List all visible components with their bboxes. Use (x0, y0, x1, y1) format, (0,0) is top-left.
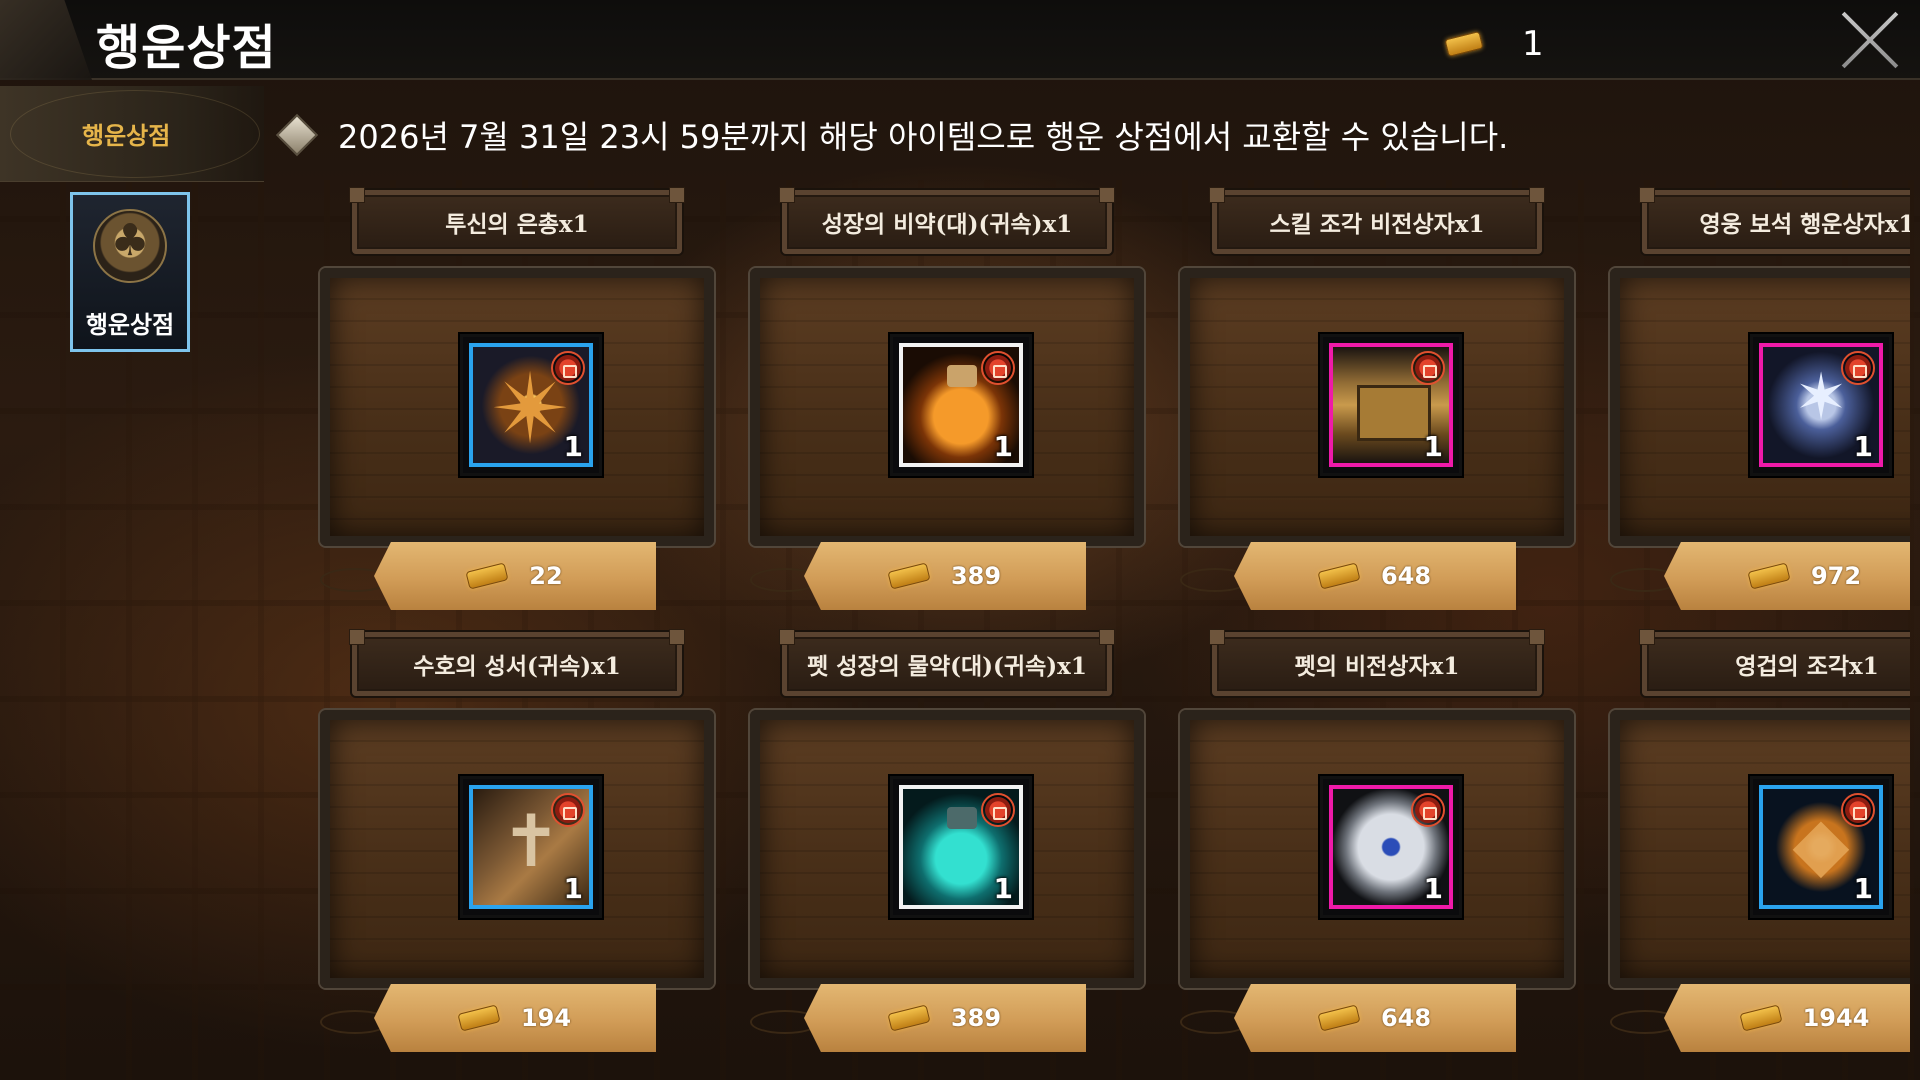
price-value: 972 (1810, 562, 1862, 590)
shop-item-card[interactable]: 영겁의 조각x1 1 1944 (1600, 626, 1910, 1056)
shop-item-card[interactable]: 펫 성장의 물약(대)(귀속)x1 1 389 (740, 626, 1160, 1056)
diamond-icon (275, 113, 319, 157)
lock-icon (551, 793, 585, 827)
notice-text: 2026년 7월 31일 23시 59분까지 해당 아이템으로 행운 상점에서 … (338, 118, 1509, 156)
item-slot: 1 (1320, 334, 1462, 476)
rarity-frame: 1 (1759, 343, 1883, 467)
close-button[interactable] (1836, 6, 1904, 74)
price-value: 194 (520, 1004, 572, 1032)
price-tag: 389 (804, 984, 1086, 1052)
item-slot: 1 (1750, 334, 1892, 476)
price-value: 389 (950, 1004, 1002, 1032)
notice-banner: 2026년 7월 31일 23시 59분까지 해당 아이템으로 행운 상점에서 … (275, 112, 1509, 158)
price-value: 22 (529, 562, 563, 590)
item-board: 1 (750, 710, 1144, 988)
price-value: 648 (1380, 1004, 1432, 1032)
ticket-icon (1739, 1004, 1783, 1032)
item-quantity: 1 (563, 430, 583, 463)
shop-item-card[interactable]: 스킬 조각 비전상자x1 1 648 (1170, 184, 1590, 614)
price-tag: 648 (1234, 984, 1516, 1052)
price-tag: 22 (374, 542, 656, 610)
item-slot: 1 (890, 334, 1032, 476)
lock-icon (1411, 793, 1445, 827)
item-slot: 1 (460, 334, 602, 476)
item-slot: 1 (1750, 776, 1892, 918)
item-board: 1 (320, 710, 714, 988)
item-board: 1 (1610, 710, 1910, 988)
ticket-icon (1317, 1004, 1361, 1032)
item-quantity: 1 (1423, 872, 1443, 905)
item-board: 1 (1180, 268, 1574, 546)
item-board: 1 (750, 268, 1144, 546)
rarity-frame: 1 (1329, 343, 1453, 467)
item-quantity: 1 (1853, 872, 1873, 905)
item-name: 투신의 은총x1 (349, 187, 685, 254)
lock-icon (981, 793, 1015, 827)
item-name: 영겁의 조각x1 (1639, 629, 1910, 696)
shop-item-card[interactable]: 투신의 은총x1 1 22 (310, 184, 730, 614)
rarity-frame: 1 (899, 343, 1023, 467)
price-value: 648 (1380, 562, 1432, 590)
item-name: 펫 성장의 물약(대)(귀속)x1 (779, 629, 1115, 696)
ticket-icon (1444, 30, 1484, 58)
price-value: 1944 (1802, 1004, 1870, 1032)
top-bar: 행운상점 1 (0, 0, 1920, 80)
lock-icon (1411, 351, 1445, 385)
item-board: 1 (1180, 710, 1574, 988)
price-value: 389 (950, 562, 1002, 590)
item-name: 스킬 조각 비전상자x1 (1209, 187, 1545, 254)
item-slot: 1 (890, 776, 1032, 918)
ticket-icon (457, 1004, 501, 1032)
side-tab-label: 행운상점 (82, 122, 171, 150)
item-quantity: 1 (1853, 430, 1873, 463)
category-label: 행운상점 (85, 311, 175, 339)
item-name: 펫의 비전상자x1 (1209, 629, 1545, 696)
shop-item-card[interactable]: 성장의 비약(대)(귀속)x1 1 389 (740, 184, 1160, 614)
lock-icon (981, 351, 1015, 385)
corner-ornament (0, 0, 92, 80)
rarity-frame: 1 (1329, 785, 1453, 909)
price-tag: 648 (1234, 542, 1516, 610)
item-name: 수호의 성서(귀속)x1 (349, 629, 685, 696)
rarity-frame: 1 (469, 343, 593, 467)
ticket-icon (1747, 562, 1791, 590)
price-tag: 972 (1664, 542, 1910, 610)
side-tab[interactable]: 행운상점 (0, 86, 264, 182)
rarity-frame: 1 (1759, 785, 1883, 909)
category-button-lucky-shop[interactable]: 행운상점 (70, 192, 190, 352)
item-board: 1 (320, 268, 714, 546)
item-board: 1 (1610, 268, 1910, 546)
shop-item-card[interactable]: 영웅 보석 행운상자x1 1 972 (1600, 184, 1910, 614)
price-tag: 389 (804, 542, 1086, 610)
item-name: 영웅 보석 행운상자x1 (1639, 187, 1910, 254)
rarity-frame: 1 (899, 785, 1023, 909)
ticket-icon (887, 1004, 931, 1032)
item-quantity: 1 (993, 430, 1013, 463)
ticket-icon (887, 562, 931, 590)
item-slot: 1 (460, 776, 602, 918)
ticket-icon (465, 562, 509, 590)
price-tag: 1944 (1664, 984, 1910, 1052)
price-tag: 194 (374, 984, 656, 1052)
page-title: 행운상점 (96, 20, 277, 76)
lock-icon (1841, 351, 1875, 385)
shop-item-card[interactable]: 수호의 성서(귀속)x1 1 194 (310, 626, 730, 1056)
item-name: 성장의 비약(대)(귀속)x1 (779, 187, 1115, 254)
ticket-icon (1317, 562, 1361, 590)
currency-display: 1 (1444, 24, 1544, 64)
currency-count: 1 (1522, 24, 1544, 64)
lock-icon (551, 351, 585, 385)
item-quantity: 1 (1423, 430, 1443, 463)
clover-icon (93, 209, 167, 283)
shop-item-card[interactable]: 펫의 비전상자x1 1 648 (1170, 626, 1590, 1056)
lock-icon (1841, 793, 1875, 827)
item-slot: 1 (1320, 776, 1462, 918)
item-quantity: 1 (563, 872, 583, 905)
rarity-frame: 1 (469, 785, 593, 909)
item-quantity: 1 (993, 872, 1013, 905)
item-grid: 투신의 은총x1 1 22 성장의 비약(대)(귀속)x1 1 (310, 184, 1910, 1080)
